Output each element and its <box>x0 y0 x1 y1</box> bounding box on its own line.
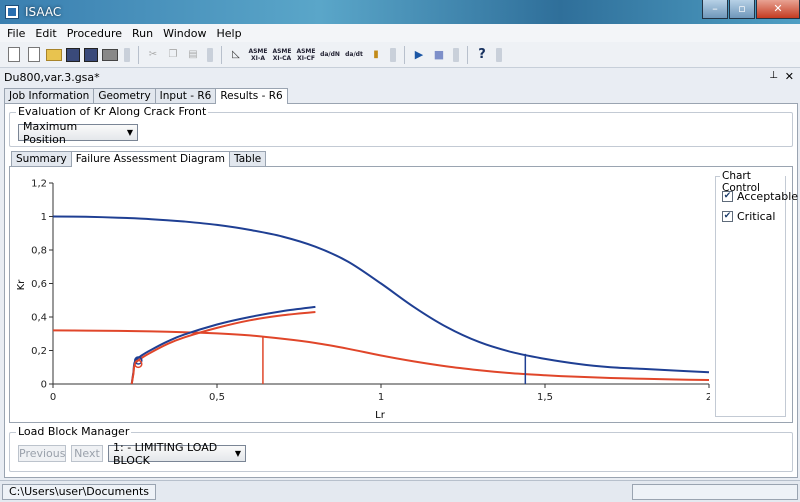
chevron-down-icon: ▼ <box>234 449 241 458</box>
series-line-2 <box>130 305 316 385</box>
help-icon[interactable]: ? <box>474 47 490 63</box>
maximize-button[interactable]: ▫ <box>729 0 755 19</box>
toolbar-grip-2[interactable] <box>207 47 213 62</box>
tab-table[interactable]: Table <box>229 151 267 166</box>
load-block-value: 1: - LIMITING LOAD BLOCK <box>113 440 218 467</box>
asme-xi-a-icon[interactable]: ASME XI-A <box>248 47 268 63</box>
x-tick-label: 1,5 <box>537 392 553 403</box>
menu-run[interactable]: Run <box>127 27 158 40</box>
result-sub-tabs: Summary Failure Assessment Diagram Table <box>11 151 267 167</box>
cut-icon[interactable]: ✂ <box>145 47 161 63</box>
y-tick-label: 0,4 <box>31 313 47 324</box>
x-tick-label: 0 <box>50 392 56 403</box>
tab-job-information[interactable]: Job Information <box>4 88 95 103</box>
position-select[interactable]: Maximum Position ▼ <box>18 120 138 146</box>
document-title: Du800,var.3.gsa* <box>4 71 100 84</box>
toolbar-separator-3 <box>404 45 405 64</box>
toolbar: ✂ ❐ ▤ ◺ ASME XI-A ASME XI-CA ASME XI-CF da/… <box>0 42 800 68</box>
pin-icon[interactable]: ⊥ <box>769 70 778 81</box>
menu-help[interactable]: Help <box>211 27 246 40</box>
previous-button[interactable]: Previous <box>18 445 66 462</box>
app-icon <box>5 5 19 19</box>
y-tick-label: 0,2 <box>31 346 47 357</box>
chart-control-group: Chart Control ✔ Acceptable ✔ Critical <box>715 170 798 417</box>
main-tabs: Job Information Geometry Input - R6 Resu… <box>4 88 288 104</box>
document-bar: Du800,var.3.gsa* ⊥ ✕ <box>0 70 800 86</box>
x-tick-label: 1 <box>378 392 384 403</box>
minimize-button[interactable]: – <box>702 0 728 19</box>
critical-check-icon: ✔ <box>722 211 733 222</box>
series-line-1 <box>52 329 710 381</box>
critical-checkbox[interactable]: ✔ Critical <box>722 210 775 223</box>
toolbar-separator-4 <box>467 45 468 64</box>
status-bar: C:\Users\user\Documents <box>0 480 800 502</box>
fad-panel: 0 0,2 0,4 0,6 0,8 1 1,2 0 0,5 1 1,5 2 Kr Lr Chart C… <box>9 166 798 423</box>
stop-icon[interactable]: ■ <box>431 47 447 63</box>
evaluation-group: Evaluation of Kr Along Crack Front Maxim… <box>9 105 793 147</box>
results-panel: Evaluation of Kr Along Crack Front Maxim… <box>4 103 798 478</box>
close-button[interactable]: ✕ <box>756 0 800 19</box>
load-block-title: Load Block Manager <box>16 425 132 438</box>
menu-edit[interactable]: Edit <box>30 27 61 40</box>
y-tick-label: 1,2 <box>31 179 47 190</box>
menu-bar: File Edit Procedure Run Window Help <box>0 24 800 42</box>
status-path: C:\Users\user\Documents <box>2 484 157 500</box>
x-tick-label: 2 <box>706 392 710 403</box>
next-button[interactable]: Next <box>71 445 103 462</box>
toolbar-separator-2 <box>221 45 222 64</box>
save-all-icon[interactable] <box>84 47 98 62</box>
y-tick-label: 1 <box>41 212 47 223</box>
tab-geometry[interactable]: Geometry <box>93 88 156 103</box>
paste-icon[interactable]: ▤ <box>185 47 201 63</box>
chevron-down-icon: ▼ <box>126 128 133 137</box>
tab-failure-assessment-diagram[interactable]: Failure Assessment Diagram <box>70 151 231 167</box>
new-document-icon[interactable] <box>8 47 20 62</box>
y-tick-label: 0,8 <box>31 246 47 257</box>
critical-label: Critical <box>737 210 776 223</box>
y-axis-label: Kr <box>16 279 27 291</box>
chart-icon[interactable]: ▮ <box>368 47 384 63</box>
document-close-icon[interactable]: ✕ <box>785 70 794 83</box>
failure-assessment-chart: 0 0,2 0,4 0,6 0,8 1 1,2 0 0,5 1 1,5 2 Kr Lr <box>16 179 710 422</box>
toolbar-grip-3[interactable] <box>390 47 396 62</box>
acceptable-check-icon: ✔ <box>722 191 733 202</box>
x-axis-label: Lr <box>375 410 386 421</box>
run-icon[interactable]: ▶ <box>411 47 427 63</box>
acceptable-checkbox[interactable]: ✔ Acceptable <box>722 190 798 203</box>
asme-xi-ca-icon[interactable]: ASME XI-CA <box>272 47 292 63</box>
tab-input-r6[interactable]: Input - R6 <box>154 88 217 103</box>
window-title: ISAAC <box>25 5 62 19</box>
evaluation-group-title: Evaluation of Kr Along Crack Front <box>16 105 209 118</box>
edit-document-icon[interactable] <box>28 47 40 62</box>
toolbar-separator <box>138 45 139 64</box>
menu-file[interactable]: File <box>2 27 30 40</box>
tab-summary[interactable]: Summary <box>11 151 72 166</box>
toolbar-grip[interactable] <box>124 47 130 62</box>
window-controls: – ▫ ✕ <box>701 0 800 19</box>
toolbar-grip-4[interactable] <box>453 47 459 62</box>
status-panel <box>632 484 798 500</box>
y-tick-label: 0,6 <box>31 279 47 290</box>
load-block-select[interactable]: 1: - LIMITING LOAD BLOCK ▼ <box>108 441 246 467</box>
print-icon[interactable] <box>102 48 118 61</box>
save-icon[interactable] <box>66 47 80 62</box>
da-dt-icon[interactable]: da/dt <box>344 47 364 63</box>
menu-window[interactable]: Window <box>158 27 211 40</box>
asme-xi-cf-icon[interactable]: ASME XI-CF <box>296 47 316 63</box>
copy-icon[interactable]: ❐ <box>165 47 181 63</box>
tab-results-r6[interactable]: Results - R6 <box>215 88 288 104</box>
x-tick-label: 0,5 <box>209 392 225 403</box>
menu-procedure[interactable]: Procedure <box>62 27 127 40</box>
y-tick-label: 0 <box>41 380 47 391</box>
title-bar: ISAAC – ▫ ✕ <box>0 0 800 24</box>
acceptable-label: Acceptable <box>737 190 799 203</box>
position-select-value: Maximum Position <box>23 119 78 146</box>
load-block-group: Load Block Manager Previous Next 1: - LI… <box>9 425 793 472</box>
da-dn-icon[interactable]: da/dN <box>320 47 340 63</box>
toolbar-grip-5[interactable] <box>496 47 502 62</box>
fad-icon[interactable]: ◺ <box>228 47 244 63</box>
open-folder-icon[interactable] <box>46 48 62 61</box>
